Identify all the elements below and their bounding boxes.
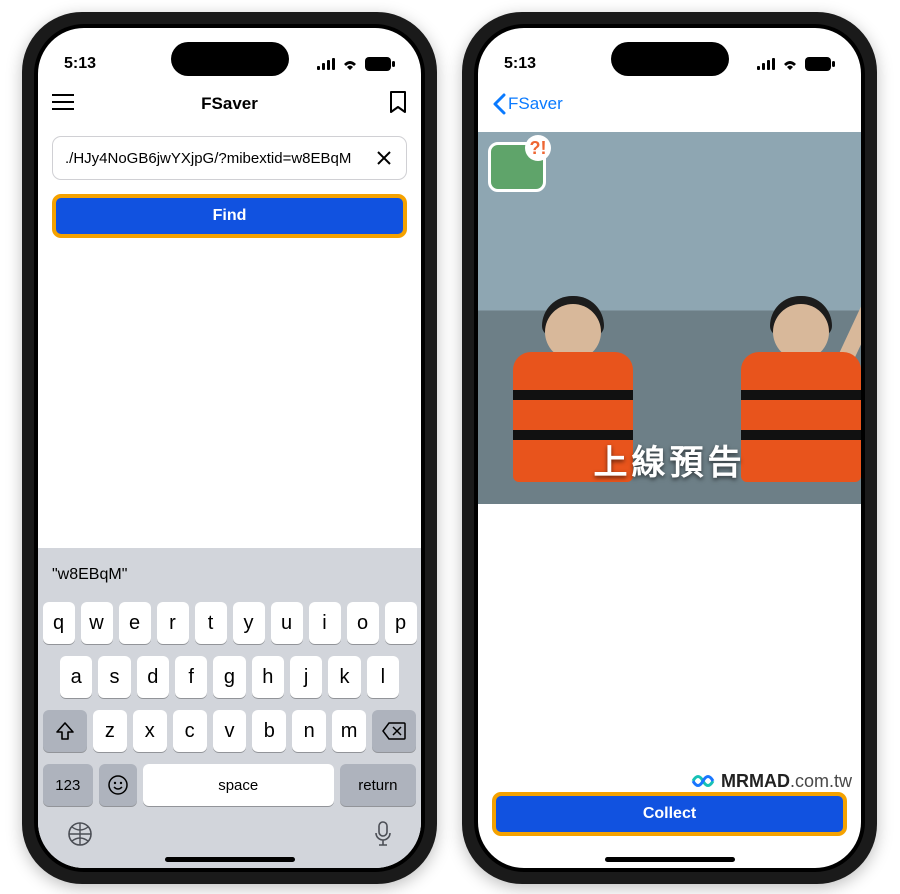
- chevron-left-icon: [492, 93, 506, 115]
- key-w[interactable]: w: [81, 602, 113, 644]
- return-key[interactable]: return: [340, 764, 416, 806]
- dynamic-island: [171, 42, 289, 76]
- numbers-key[interactable]: 123: [43, 764, 93, 806]
- key-u[interactable]: u: [271, 602, 303, 644]
- key-j[interactable]: j: [290, 656, 322, 698]
- key-h[interactable]: h: [252, 656, 284, 698]
- keyboard-row-1: qwertyuiop: [38, 596, 421, 650]
- key-b[interactable]: b: [252, 710, 286, 752]
- battery-percent: 77: [817, 49, 828, 60]
- key-f[interactable]: f: [175, 656, 207, 698]
- find-button[interactable]: Find: [52, 194, 407, 238]
- key-p[interactable]: p: [385, 602, 417, 644]
- keyboard-suggestion[interactable]: "w8EBqM": [38, 554, 421, 596]
- key-t[interactable]: t: [195, 602, 227, 644]
- key-c[interactable]: c: [173, 710, 207, 752]
- keyboard: "w8EBqM" qwertyuiop asdfghjkl zxcvbnm 12…: [38, 548, 421, 868]
- key-z[interactable]: z: [93, 710, 127, 752]
- key-g[interactable]: g: [213, 656, 245, 698]
- url-input[interactable]: [52, 136, 407, 180]
- key-x[interactable]: x: [133, 710, 167, 752]
- key-s[interactable]: s: [98, 656, 130, 698]
- cellular-icon: [317, 58, 335, 70]
- emoji-key[interactable]: [99, 764, 137, 806]
- menu-icon[interactable]: [52, 94, 78, 115]
- cellular-icon: [757, 58, 775, 70]
- shift-key[interactable]: [43, 710, 87, 752]
- wifi-icon: [781, 58, 799, 70]
- battery-percent: 77: [377, 49, 388, 60]
- status-time: 5:13: [64, 55, 96, 73]
- status-time: 5:13: [504, 55, 536, 73]
- home-indicator[interactable]: [605, 857, 735, 862]
- dynamic-island: [611, 42, 729, 76]
- mic-icon[interactable]: [373, 820, 393, 853]
- watermark: MRMAD.com.tw: [691, 770, 852, 792]
- key-r[interactable]: r: [157, 602, 189, 644]
- video-caption: 上線預告: [478, 435, 861, 484]
- delete-key[interactable]: [372, 710, 416, 752]
- nav-bar: FSaver: [478, 82, 861, 126]
- key-y[interactable]: y: [233, 602, 265, 644]
- back-button[interactable]: FSaver: [492, 93, 563, 115]
- clear-icon[interactable]: [371, 145, 397, 171]
- watermark-domain: .com.tw: [790, 771, 852, 791]
- key-e[interactable]: e: [119, 602, 151, 644]
- key-k[interactable]: k: [328, 656, 360, 698]
- bookmark-icon[interactable]: [381, 91, 407, 118]
- key-n[interactable]: n: [292, 710, 326, 752]
- phone-left: 5:13 77 FSaver Find "w8EBqM" qwertyuiop …: [22, 12, 437, 884]
- home-indicator[interactable]: [165, 857, 295, 862]
- watermark-brand: MRMAD: [721, 771, 790, 791]
- watermark-logo-icon: [691, 770, 715, 792]
- key-m[interactable]: m: [332, 710, 366, 752]
- key-v[interactable]: v: [213, 710, 247, 752]
- nav-title: FSaver: [78, 94, 381, 114]
- key-q[interactable]: q: [43, 602, 75, 644]
- space-key[interactable]: space: [143, 764, 334, 806]
- key-i[interactable]: i: [309, 602, 341, 644]
- globe-icon[interactable]: [66, 820, 94, 853]
- nav-bar: FSaver: [38, 82, 421, 126]
- wifi-icon: [341, 58, 359, 70]
- video-preview[interactable]: 上線預告: [478, 132, 861, 504]
- back-label: FSaver: [508, 94, 563, 114]
- key-d[interactable]: d: [137, 656, 169, 698]
- key-l[interactable]: l: [367, 656, 399, 698]
- key-a[interactable]: a: [60, 656, 92, 698]
- collect-button[interactable]: Collect: [492, 792, 847, 836]
- key-o[interactable]: o: [347, 602, 379, 644]
- sticker-icon: [488, 142, 546, 192]
- keyboard-row-3: zxcvbnm: [38, 704, 421, 758]
- phone-right: 5:13 77 FSaver 上線預告 Collect: [462, 12, 877, 884]
- keyboard-row-2: asdfghjkl: [38, 650, 421, 704]
